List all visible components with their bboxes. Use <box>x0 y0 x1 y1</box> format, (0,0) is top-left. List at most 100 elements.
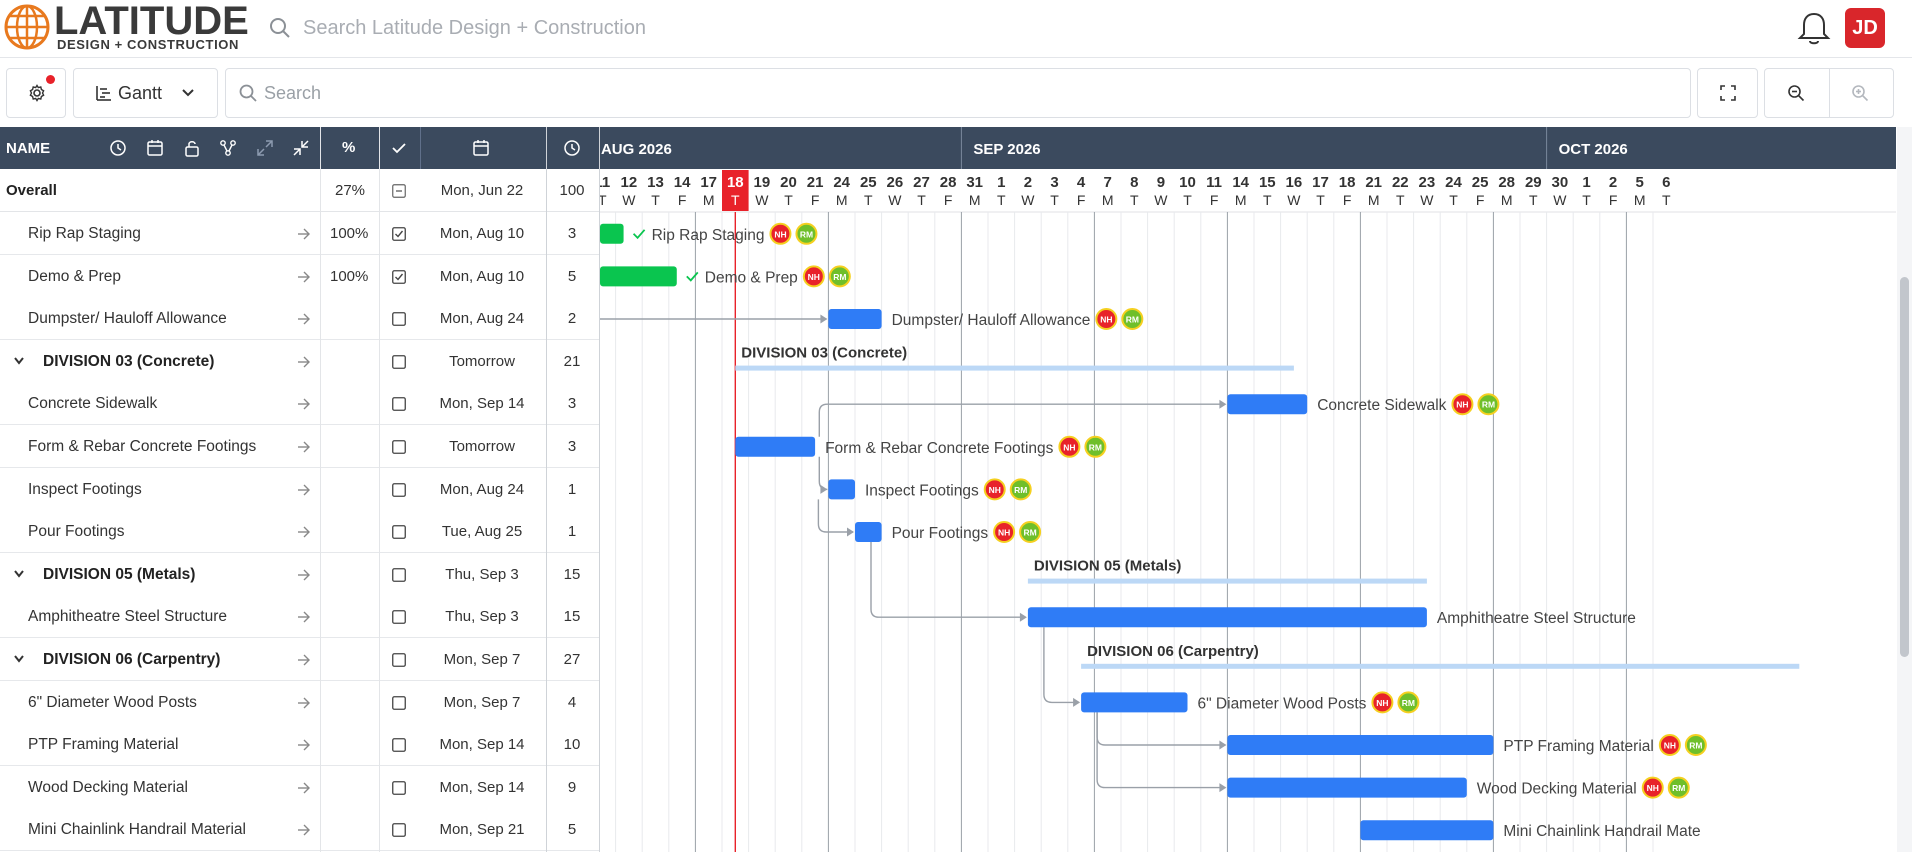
arrow-right-icon[interactable] <box>297 696 311 710</box>
dependency-link <box>1096 712 1226 789</box>
checkmark-icon[interactable] <box>390 139 408 157</box>
arrow-right-icon[interactable] <box>297 610 311 624</box>
expand-all-icon[interactable] <box>256 139 274 157</box>
arrow-right-icon[interactable] <box>297 483 311 497</box>
user-avatar[interactable]: JD <box>1845 8 1885 48</box>
task-start-date[interactable]: Mon, Aug 24 <box>398 481 566 498</box>
view-selector[interactable]: Gantt <box>73 68 218 118</box>
fullscreen-button[interactable] <box>1697 68 1758 118</box>
global-search-input[interactable]: Search Latitude Design + Construction <box>303 17 646 40</box>
gantt-chart[interactable]: AUG 2026SEP 2026OCT 202611T12W13T14F17M1… <box>599 127 1896 852</box>
task-start-date[interactable]: Thu, Sep 3 <box>398 608 566 625</box>
arrow-right-icon[interactable] <box>297 781 311 795</box>
task-row[interactable]: Mini Chainlink Handrail Material Mon, Sep… <box>0 808 599 852</box>
task-row[interactable]: Dumpster/ Hauloff Allowance Mon, Aug 24 2 <box>0 297 599 341</box>
arrow-right-icon[interactable] <box>297 397 311 411</box>
task-start-date[interactable]: Mon, Aug 10 <box>398 225 566 242</box>
day-number: 25 <box>860 174 877 191</box>
task-percent: 100% <box>330 267 369 285</box>
task-duration[interactable]: 3 <box>547 225 597 242</box>
group-row[interactable]: DIVISION 06 (Carpentry) Mon, Sep 7 27 <box>0 638 599 681</box>
arrow-right-icon[interactable] <box>297 227 311 241</box>
task-duration[interactable]: 9 <box>547 779 597 796</box>
task-start-date[interactable]: Mon, Aug 24 <box>398 310 566 327</box>
task-bar-label: Demo & Prep <box>705 269 798 286</box>
task-duration[interactable]: 15 <box>547 608 597 625</box>
scrollbar-thumb[interactable] <box>1900 277 1909 657</box>
month-header <box>600 127 1896 169</box>
arrow-right-icon[interactable] <box>297 525 311 539</box>
arrow-right-icon[interactable] <box>297 823 311 837</box>
group-row[interactable]: DIVISION 05 (Metals) Thu, Sep 3 15 <box>0 552 599 596</box>
task-duration[interactable]: 4 <box>547 694 597 711</box>
task-start-date[interactable]: Mon, Sep 14 <box>398 395 566 412</box>
task-duration[interactable]: 2 <box>547 310 597 327</box>
task-duration[interactable]: 3 <box>547 395 597 412</box>
task-row[interactable]: Amphitheatre Steel Structure Thu, Sep 3 15 <box>0 595 599 639</box>
task-row[interactable]: Wood Decking Material Mon, Sep 14 9 <box>0 765 599 809</box>
settings-button[interactable] <box>6 68 66 118</box>
dependency-link <box>870 542 1026 618</box>
weekday-letter: M <box>1634 192 1646 208</box>
chevron-down-icon[interactable] <box>12 356 26 366</box>
task-duration[interactable]: 10 <box>547 736 597 753</box>
arrow-right-icon[interactable] <box>297 653 311 667</box>
task-duration[interactable]: 27 <box>547 651 597 668</box>
bell-icon[interactable] <box>1797 10 1831 46</box>
task-search-input[interactable]: Search <box>225 68 1691 118</box>
dependency-icon[interactable] <box>219 139 237 157</box>
collapse-all-icon[interactable] <box>292 139 310 157</box>
arrow-right-icon[interactable] <box>297 568 311 582</box>
task-start-date[interactable]: Mon, Sep 21 <box>398 821 566 838</box>
task-start-date[interactable]: Mon, Sep 14 <box>398 779 566 796</box>
calendar-icon[interactable] <box>472 139 490 157</box>
overall-row[interactable]: Overall 27% Mon, Jun 22 100 <box>0 169 599 212</box>
duration-clock-icon[interactable] <box>563 139 581 157</box>
vertical-scrollbar[interactable] <box>1897 127 1912 852</box>
task-row[interactable]: 6" Diameter Wood Posts Mon, Sep 74 <box>0 680 599 724</box>
task-name: Concrete Sidewalk <box>28 395 158 413</box>
task-start-date[interactable]: Mon, Sep 7 <box>398 694 566 711</box>
task-row[interactable]: Concrete Sidewalk Mon, Sep 14 3 <box>0 382 599 426</box>
task-row[interactable]: Rip Rap Staging 100% Mon, Aug 10 3 <box>0 212 599 255</box>
chevron-down-icon[interactable] <box>12 569 26 579</box>
task-duration[interactable]: 1 <box>547 523 597 540</box>
task-start-date[interactable]: Tomorrow <box>398 353 566 370</box>
percent-column-header[interactable]: % <box>342 139 355 156</box>
task-duration[interactable]: 15 <box>547 566 597 583</box>
arrow-right-icon[interactable] <box>297 355 311 369</box>
zoom-out-icon[interactable] <box>1787 84 1805 102</box>
task-row[interactable]: PTP Framing Material Mon, Sep 14 10 <box>0 723 599 767</box>
task-start-date[interactable]: Tue, Aug 25 <box>398 523 566 540</box>
task-start-date[interactable]: Mon, Sep 14 <box>398 736 566 753</box>
task-duration[interactable]: 1 <box>547 481 597 498</box>
arrow-right-icon[interactable] <box>297 738 311 752</box>
task-start-date[interactable]: Mon, Aug 10 <box>398 268 566 285</box>
arrow-right-icon[interactable] <box>297 440 311 454</box>
brand-logo[interactable]: LATITUDE DESIGN + CONSTRUCTION <box>4 1 249 53</box>
task-duration[interactable]: 5 <box>547 268 597 285</box>
weekday-letter: F <box>944 192 953 208</box>
task-duration[interactable]: 5 <box>547 821 597 838</box>
arrow-right-icon[interactable] <box>297 312 311 326</box>
task-start-date[interactable]: Tomorrow <box>398 438 566 455</box>
name-column-header[interactable]: NAME <box>6 140 50 157</box>
calendar-icon[interactable] <box>146 139 164 157</box>
clock-icon[interactable] <box>109 139 127 157</box>
task-start-date[interactable]: Mon, Sep 7 <box>398 651 566 668</box>
group-row[interactable]: DIVISION 03 (Concrete) Tomorrow 21 <box>0 339 599 383</box>
weekday-letter: T <box>1263 192 1272 208</box>
zoom-in-icon[interactable] <box>1851 84 1869 102</box>
weekday-letter: M <box>969 192 981 208</box>
gantt-view-icon <box>96 86 111 101</box>
task-row[interactable]: Inspect Footings Mon, Aug 24 1 <box>0 467 599 511</box>
arrow-right-icon[interactable] <box>297 270 311 284</box>
task-row[interactable]: Demo & Prep 100% Mon, Aug 10 5 <box>0 254 599 298</box>
task-row[interactable]: Pour Footings Tue, Aug 25 1 <box>0 510 599 554</box>
task-duration[interactable]: 3 <box>547 438 597 455</box>
task-start-date[interactable]: Thu, Sep 3 <box>398 566 566 583</box>
task-row[interactable]: Form & Rebar Concrete Footings Tomorrow 3 <box>0 425 599 468</box>
task-duration[interactable]: 21 <box>547 353 597 370</box>
lock-icon[interactable] <box>183 139 201 157</box>
chevron-down-icon[interactable] <box>12 654 26 664</box>
